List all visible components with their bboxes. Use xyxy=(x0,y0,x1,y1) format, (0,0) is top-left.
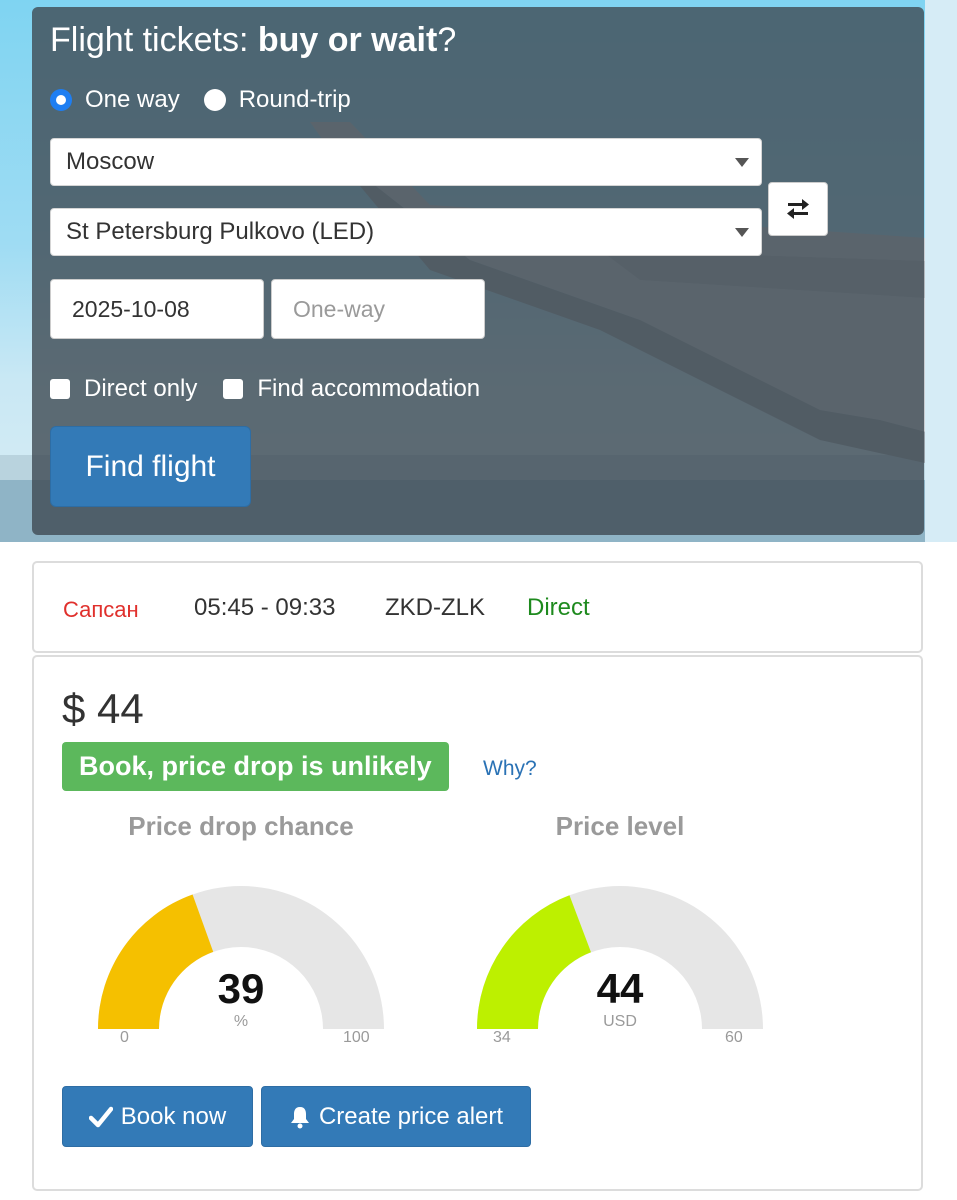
origin-select[interactable]: Moscow xyxy=(50,138,762,186)
checkmark-icon xyxy=(88,1106,113,1128)
price-forecast-card: $ 44 Book, price drop is unlikely Why? P… xyxy=(32,655,923,1191)
route-summary-card: Сапсан 05:45 - 09:33 ZKD-ZLK Direct xyxy=(32,561,923,653)
swap-button[interactable] xyxy=(768,182,828,236)
price-value: $ 44 xyxy=(62,685,144,732)
return-date-input[interactable] xyxy=(271,279,485,339)
trip-type-group: One way Round-trip xyxy=(50,85,375,115)
bell-icon xyxy=(289,1105,311,1129)
book-now-label: Book now xyxy=(120,1102,227,1130)
checkbox-icon[interactable] xyxy=(50,379,70,399)
title-bold: buy or wait xyxy=(257,21,438,59)
recommendation-badge: Book, price drop is unlikely xyxy=(62,742,449,791)
gauge-value: 44 xyxy=(596,965,644,1012)
checkbox-label: Direct only xyxy=(84,375,198,402)
flight-times: 05:45 - 09:33 xyxy=(194,594,336,621)
title-prefix: Flight tickets: xyxy=(50,21,258,59)
depart-date-input[interactable] xyxy=(50,279,264,339)
search-options: Direct only Find accommodation xyxy=(50,375,506,403)
chevron-down-icon xyxy=(735,228,749,237)
trip-type-label: Round-trip xyxy=(238,86,351,113)
trip-type-label: One way xyxy=(85,86,180,113)
direct-only-checkbox[interactable]: Direct only xyxy=(50,375,197,403)
carrier-name: Сапсан xyxy=(63,597,139,622)
why-link[interactable]: Why? xyxy=(483,757,537,781)
page-title: Flight tickets: buy or wait? xyxy=(50,21,456,60)
gauge-min: 34 xyxy=(493,1029,511,1046)
gauge-max: 100 xyxy=(343,1029,370,1046)
gauge-value: 39 xyxy=(217,965,265,1012)
title-suffix: ? xyxy=(437,21,457,59)
radio-unchecked-icon[interactable] xyxy=(203,89,226,111)
price-level-gauge: Price level 44 USD 34 60 xyxy=(465,807,775,1057)
route-codes: ZKD-ZLK xyxy=(385,594,486,621)
trip-type-round-trip[interactable]: Round-trip xyxy=(203,86,351,114)
gauge-min: 0 xyxy=(120,1029,129,1046)
search-panel: Flight tickets: buy or wait? One way Rou… xyxy=(32,7,924,535)
stops-label: Direct xyxy=(527,594,590,621)
checkbox-icon[interactable] xyxy=(223,379,244,399)
destination-select[interactable]: St Petersburg Pulkovo (LED) xyxy=(50,208,762,256)
recommendation-text: Book, price drop is unlikely xyxy=(79,751,432,781)
chevron-down-icon xyxy=(735,158,749,167)
checkbox-label: Find accommodation xyxy=(257,375,481,402)
gauge-max: 60 xyxy=(725,1029,743,1046)
create-price-alert-button[interactable]: Create price alert xyxy=(261,1086,531,1147)
search-hero: Flight tickets: buy or wait? One way Rou… xyxy=(0,0,957,542)
trip-type-one-way[interactable]: One way xyxy=(50,86,180,114)
price-drop-gauge: Price drop chance 39 % 0 100 xyxy=(86,807,396,1057)
origin-value: Moscow xyxy=(66,148,155,175)
find-flight-button[interactable]: Find flight xyxy=(50,426,251,507)
destination-value: St Petersburg Pulkovo (LED) xyxy=(66,218,375,245)
find-accommodation-checkbox[interactable]: Find accommodation xyxy=(223,375,480,403)
radio-checked-icon[interactable] xyxy=(50,89,72,111)
create-price-alert-label: Create price alert xyxy=(318,1102,504,1130)
swap-arrows-icon xyxy=(787,199,809,219)
find-flight-label: Find flight xyxy=(85,449,216,483)
book-now-button[interactable]: Book now xyxy=(62,1086,253,1147)
